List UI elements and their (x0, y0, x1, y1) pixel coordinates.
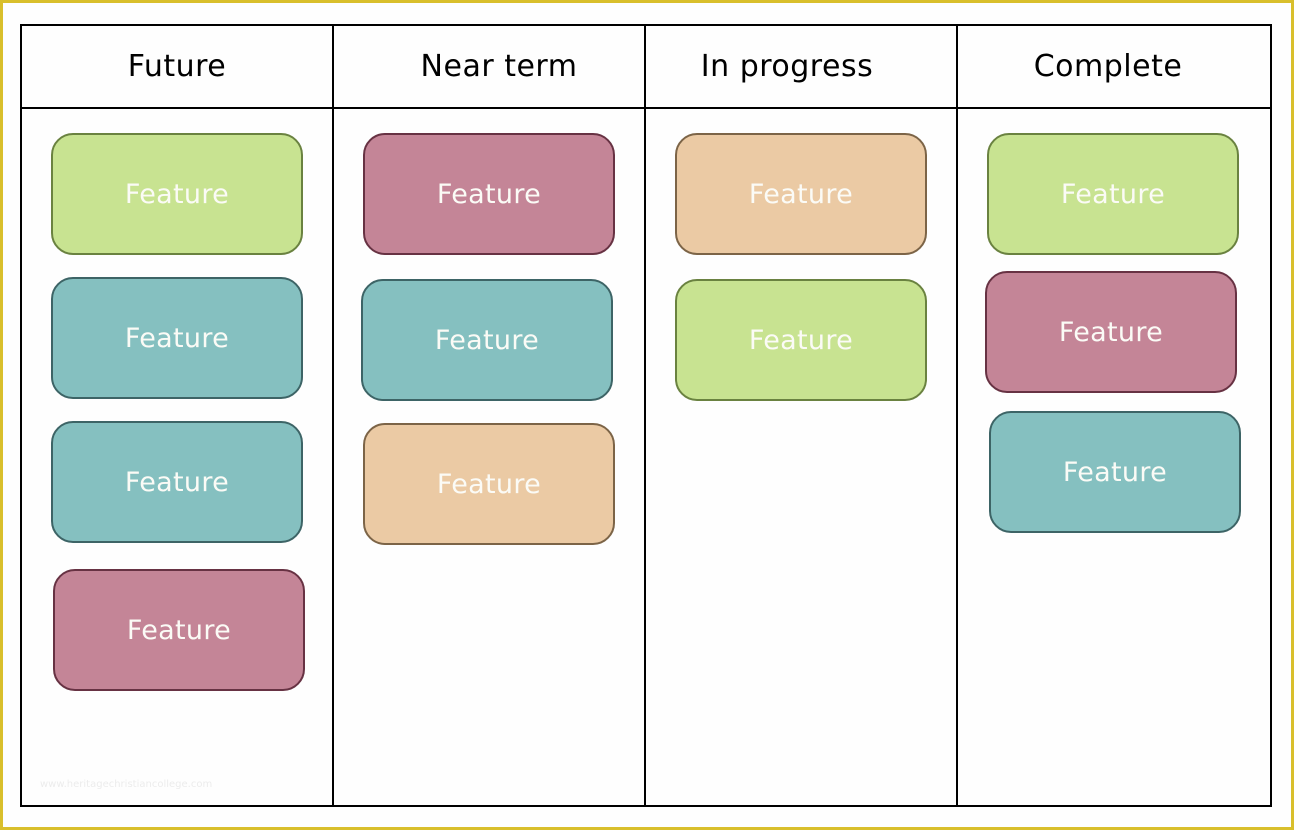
feature-card[interactable]: Feature (51, 133, 303, 255)
column-divider (332, 24, 334, 807)
card-label: Feature (1060, 178, 1166, 210)
card-label: Feature (434, 324, 540, 356)
card-label: Feature (1062, 456, 1168, 488)
card-label: Feature (126, 614, 232, 646)
feature-card[interactable]: Feature (985, 271, 1237, 393)
feature-card[interactable]: Feature (987, 133, 1239, 255)
watermark: www.heritagechristiancollege.com (40, 779, 213, 790)
card-label: Feature (124, 178, 230, 210)
column-title-future: Future (127, 48, 227, 84)
feature-card[interactable]: Feature (53, 569, 305, 691)
column-title-near-term: Near term (420, 48, 578, 84)
card-label: Feature (124, 322, 230, 354)
feature-card[interactable]: Feature (51, 277, 303, 399)
card-label: Feature (748, 178, 854, 210)
feature-card[interactable]: Feature (363, 423, 615, 545)
column-divider (644, 24, 646, 807)
feature-card[interactable]: Feature (675, 279, 927, 401)
card-label: Feature (748, 324, 854, 356)
column-divider (956, 24, 958, 807)
feature-card[interactable]: Feature (361, 279, 613, 401)
card-label: Feature (124, 466, 230, 498)
card-label: Feature (1058, 316, 1164, 348)
feature-card[interactable]: Feature (675, 133, 927, 255)
column-title-in-progress: In progress (700, 48, 874, 84)
card-label: Feature (436, 178, 542, 210)
feature-card[interactable]: Feature (363, 133, 615, 255)
feature-card[interactable]: Feature (989, 411, 1241, 533)
card-label: Feature (436, 468, 542, 500)
column-title-complete: Complete (1033, 48, 1183, 84)
feature-card[interactable]: Feature (51, 421, 303, 543)
